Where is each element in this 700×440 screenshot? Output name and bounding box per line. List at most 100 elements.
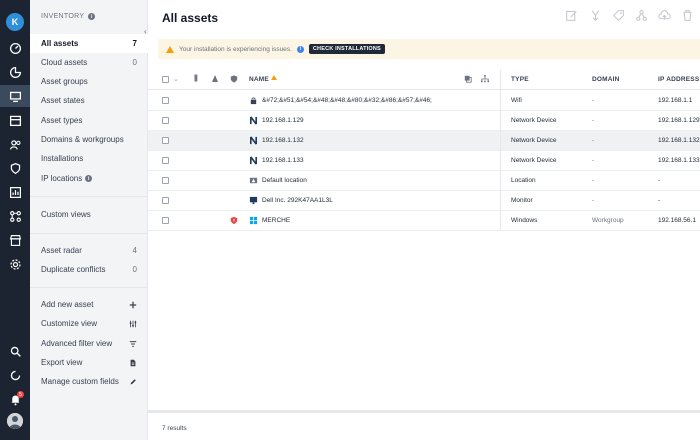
sidebar-item-asset-types[interactable]: Asset types <box>30 111 148 130</box>
sidebar-item-all-assets[interactable]: All assets 7 <box>30 34 148 53</box>
customize-view-action[interactable]: Customize view <box>30 314 148 333</box>
calendar-icon[interactable] <box>0 109 30 131</box>
info-icon[interactable]: i <box>85 175 93 182</box>
notifications-icon[interactable]: 5 <box>0 388 30 410</box>
asset-name[interactable]: Dell Inc. 292K47AA1L3L <box>262 197 333 204</box>
row-checkbox[interactable] <box>162 97 169 104</box>
asset-type: Monitor <box>511 197 533 204</box>
chevron-down-icon[interactable]: ⌄ <box>173 75 179 83</box>
plus-icon <box>129 301 137 308</box>
shield-filter-icon[interactable] <box>230 75 238 85</box>
manage-custom-fields-action[interactable]: Manage custom fields <box>30 372 148 391</box>
user-profile-picture[interactable] <box>7 413 23 429</box>
action-label: Customize view <box>41 319 98 328</box>
monitor-icon <box>249 196 258 205</box>
asset-name[interactable]: MERCHE <box>262 217 290 224</box>
columns-icon[interactable]: ||| <box>194 75 198 82</box>
alert-filter-icon[interactable] <box>212 75 218 82</box>
asset-ip: 192.168.1.132 <box>658 137 700 144</box>
column-domain[interactable]: DOMAIN <box>592 76 620 83</box>
row-checkbox[interactable] <box>162 137 169 144</box>
sort-asc-icon[interactable] <box>271 75 277 80</box>
export-view-action[interactable]: Export view <box>30 353 148 372</box>
dashboard-icon[interactable] <box>0 37 30 59</box>
delete-icon[interactable] <box>681 9 694 22</box>
sidebar-item-asset-radar[interactable]: Asset radar 4 <box>30 241 148 260</box>
asset-name[interactable]: 192.168.1.133 <box>262 157 304 164</box>
column-ip-address[interactable]: IP ADDRESS <box>658 76 699 83</box>
advanced-filter-view-action[interactable]: Advanced filter view <box>30 334 148 353</box>
row-checkbox[interactable] <box>162 177 169 184</box>
column-type[interactable]: TYPE <box>511 76 529 83</box>
asset-type: Network Device <box>511 157 557 164</box>
sidebar-item-installations[interactable]: Installations <box>30 149 148 168</box>
asset-type: Wifi <box>511 97 522 104</box>
row-checkbox[interactable] <box>162 197 169 204</box>
sidebar-item-asset-groups[interactable]: Asset groups <box>30 72 148 91</box>
sidebar-item-domains-workgroups[interactable]: Domains & workgroups <box>30 130 148 149</box>
asset-domain: - <box>592 177 595 184</box>
column-name[interactable]: NAME <box>249 76 269 83</box>
sidebar-item-label: Custom views <box>41 210 91 219</box>
sidebar-item-label: Domains & workgroups <box>41 135 124 144</box>
asset-name[interactable]: &#72;&#51;&#54;&#48;&#48;&#80;&#32;&#86;… <box>262 97 432 104</box>
info-icon[interactable]: i <box>88 13 96 20</box>
sidebar-item-label: Duplicate conflicts <box>41 265 106 274</box>
refresh-icon[interactable] <box>0 364 30 386</box>
analytics-icon[interactable] <box>0 181 30 203</box>
sidebar-item-label: Cloud assets <box>41 58 88 67</box>
upload-icon[interactable] <box>658 9 671 22</box>
table-row[interactable]: &#72;&#51;&#54;&#48;&#48;&#80;&#32;&#86;… <box>148 91 700 111</box>
add-new-asset-action[interactable]: Add new asset <box>30 295 148 314</box>
merge-icon[interactable] <box>589 9 602 22</box>
asset-ip: 192.168.56.1 <box>658 217 696 224</box>
security-icon[interactable] <box>0 157 30 179</box>
copy-icon[interactable] <box>464 75 472 85</box>
table-row[interactable]: Dell Inc. 292K47AA1L3L Monitor - - <box>148 191 700 211</box>
sidebar-item-custom-views[interactable]: Custom views <box>30 205 148 224</box>
table-row[interactable]: 192.168.1.133 Network Device - 192.168.1.13… <box>148 151 700 171</box>
sidebar-item-label: Asset radar <box>41 246 82 255</box>
row-checkbox[interactable] <box>162 157 169 164</box>
asset-type: Network Device <box>511 137 557 144</box>
table-row[interactable]: 192.168.1.129 Network Device - 192.168.1.12… <box>148 111 700 131</box>
tag-icon[interactable] <box>612 9 625 22</box>
info-icon[interactable]: i <box>296 45 304 53</box>
warning-icon <box>166 45 174 53</box>
table-row[interactable]: 192.168.1.132 Network Device - 192.168.1.13… <box>148 131 700 151</box>
table-row[interactable]: Default location Location - - <box>148 171 700 191</box>
edit-icon[interactable] <box>565 9 578 22</box>
row-checkbox[interactable] <box>162 217 169 224</box>
search-icon[interactable] <box>0 340 30 362</box>
banner-message: Your installation is experiencing issues… <box>179 45 292 53</box>
integrations-icon[interactable] <box>0 205 30 227</box>
sidebar-item-cloud-assets[interactable]: Cloud assets 0 <box>30 53 148 72</box>
table-row[interactable]: MERCHE Windows Workgroup 192.168.56.1 <box>148 211 700 231</box>
asset-ip: 192.168.1.1 <box>658 97 693 104</box>
row-checkbox[interactable] <box>162 117 169 124</box>
reports-icon[interactable] <box>0 61 30 83</box>
installation-warning-banner: Your installation is experiencing issues… <box>158 39 700 59</box>
sidebar-item-duplicate-conflicts[interactable]: Duplicate conflicts 0 <box>30 260 148 279</box>
account-avatar[interactable]: K <box>6 13 24 31</box>
main-content: All assets Your installation is experien… <box>148 0 700 440</box>
asset-name[interactable]: 192.168.1.132 <box>262 137 304 144</box>
asset-name[interactable]: 192.168.1.129 <box>262 117 304 124</box>
sidebar-item-label: Installations <box>41 154 84 163</box>
assets-icon[interactable] <box>0 85 30 107</box>
group-icon[interactable] <box>635 9 648 22</box>
action-label: Manage custom fields <box>41 377 119 386</box>
check-installations-button[interactable]: CHECK INSTALLATIONS <box>308 44 385 54</box>
settings-icon[interactable] <box>0 253 30 275</box>
asset-domain: Workgroup <box>592 217 624 224</box>
windows-icon <box>249 216 258 225</box>
hierarchy-icon[interactable] <box>481 75 489 85</box>
store-icon[interactable] <box>0 229 30 251</box>
sidebar-item-ip-locations[interactable]: IP locations i <box>30 169 148 188</box>
sidebar-item-asset-states[interactable]: Asset states <box>30 91 148 110</box>
users-icon[interactable] <box>0 133 30 155</box>
asset-name[interactable]: Default location <box>262 177 307 184</box>
notification-badge: 5 <box>17 391 24 398</box>
select-all-checkbox[interactable] <box>162 76 169 83</box>
asset-domain: - <box>592 197 595 204</box>
